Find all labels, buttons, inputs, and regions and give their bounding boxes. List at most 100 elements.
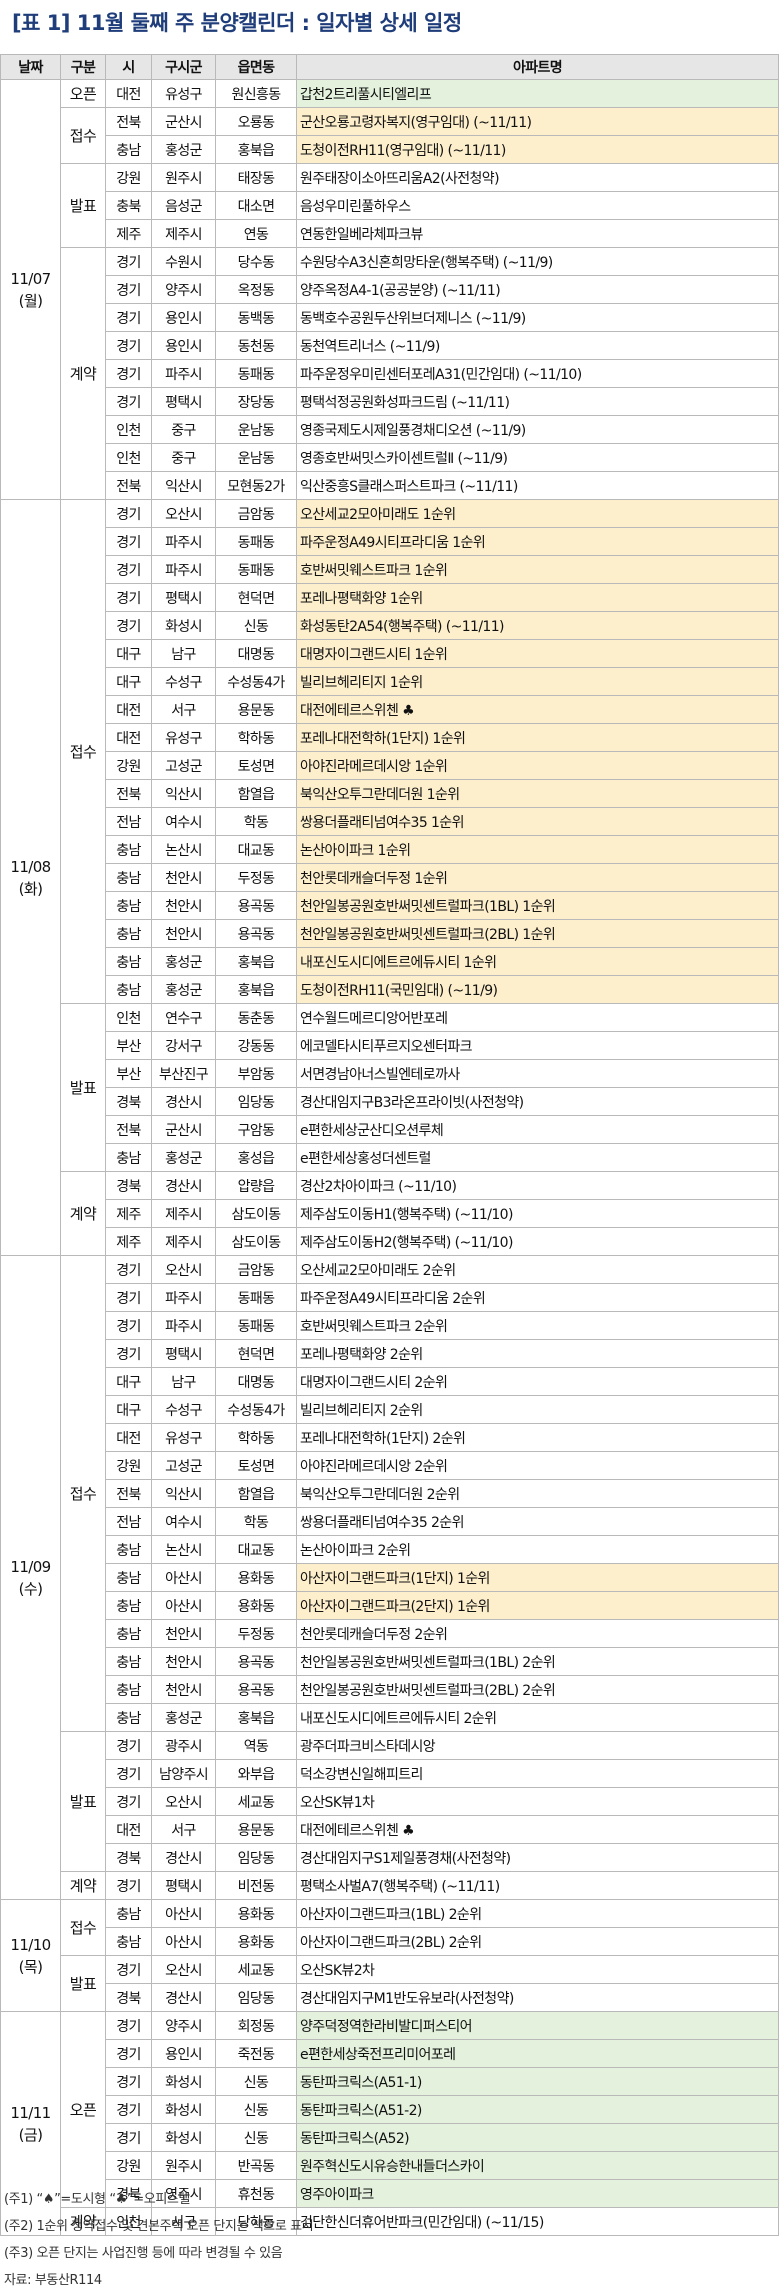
apartment-cell: 동천역트리너스 (~11/9) bbox=[296, 331, 779, 360]
dong-cell: 죽전동 bbox=[215, 2039, 297, 2068]
dong-cell: 홍북읍 bbox=[215, 1703, 297, 1732]
gu-cell: 고성군 bbox=[151, 751, 216, 780]
gu-cell: 파주시 bbox=[151, 527, 216, 556]
gu-cell: 남구 bbox=[151, 1367, 216, 1396]
si-cell: 충남 bbox=[105, 919, 152, 948]
gu-cell: 용인시 bbox=[151, 2039, 216, 2068]
table-row: 대구 수성구 수성동4가 빌리브헤리티지 2순위 bbox=[1, 1395, 779, 1424]
gu-cell: 파주시 bbox=[151, 359, 216, 388]
apartment-cell: 천안롯데캐슬더두정 1순위 bbox=[296, 863, 779, 892]
apartment-cell: 빌리브헤리티지 2순위 bbox=[296, 1395, 779, 1424]
si-cell: 경기 bbox=[105, 1759, 152, 1788]
table-row: 계약 경기 평택시 비전동 평택소사벌A7(행복주택) (~11/11) bbox=[1, 1871, 779, 1900]
table-row: 대전 유성구 학하동 포레나대전학하(1단지) 1순위 bbox=[1, 723, 779, 752]
si-cell: 충남 bbox=[105, 1899, 152, 1928]
si-cell: 경기 bbox=[105, 1871, 152, 1900]
dong-cell: 용곡동 bbox=[215, 891, 297, 920]
si-cell: 경기 bbox=[105, 1787, 152, 1816]
table-row: 충남 천안시 용곡동 천안일봉공원호반써밋센트럴파크(2BL) 1순위 bbox=[1, 919, 779, 948]
si-cell: 강원 bbox=[105, 1451, 152, 1480]
table-row: 인천 중구 운남동 영종호반써밋스카이센트럴Ⅱ (~11/9) bbox=[1, 443, 779, 472]
gu-cell: 홍성군 bbox=[151, 1703, 216, 1732]
dong-cell: 신동 bbox=[215, 2067, 297, 2096]
dong-cell: 두정동 bbox=[215, 863, 297, 892]
table-row: 충남 천안시 두정동 천안롯데캐슬더두정 1순위 bbox=[1, 863, 779, 892]
table-row: 접수 전북 군산시 오룡동 군산오룡고령자복지(영구임대) (~11/11) bbox=[1, 107, 779, 164]
si-cell: 경기 bbox=[105, 2039, 152, 2068]
si-cell: 충남 bbox=[105, 1535, 152, 1564]
category-cell: 계약 bbox=[60, 1171, 106, 1256]
table-row: 제주 제주시 연동 연동한일베라체파크뷰 bbox=[1, 219, 779, 248]
table-row: 충남 홍성군 홍북읍 내포신도시디에트르에듀시티 2순위 bbox=[1, 1703, 779, 1732]
gu-cell: 홍성군 bbox=[151, 1143, 216, 1172]
table-row: 발표 경기 오산시 세교동 오산SK뷰2차 bbox=[1, 1955, 779, 2012]
apartment-cell: 경산대임지구B3라온프라이빗(사전청약) bbox=[296, 1087, 779, 1116]
apartment-cell: 연수월드메르디앙어반포레 bbox=[296, 1003, 779, 1032]
apartment-cell: 호반써밋웨스트파크 2순위 bbox=[296, 1311, 779, 1340]
table-row: 충북 음성군 대소면 음성우미린풀하우스 bbox=[1, 191, 779, 220]
si-cell: 충남 bbox=[105, 1591, 152, 1620]
gu-cell: 천안시 bbox=[151, 891, 216, 920]
gu-cell: 용인시 bbox=[151, 331, 216, 360]
table-row: 11/11 (금) 오픈 경기 양주시 회정동 양주덕정역한라비발디퍼스티어 bbox=[0, 2011, 779, 2236]
gu-cell: 수원시 bbox=[151, 247, 216, 276]
apartment-cell: 포레나평택화양 1순위 bbox=[296, 583, 779, 612]
apartment-cell: 익산중흥S클래스퍼스트파크 (~11/11) bbox=[296, 471, 779, 500]
dong-cell: 대교동 bbox=[215, 835, 297, 864]
apartment-cell: 군산오룡고령자복지(영구임대) (~11/11) bbox=[296, 107, 779, 136]
si-cell: 대구 bbox=[105, 1367, 152, 1396]
gu-cell: 천안시 bbox=[151, 1675, 216, 1704]
dong-cell: 신동 bbox=[215, 611, 297, 640]
si-cell: 충남 bbox=[105, 947, 152, 976]
apartment-cell: 평택석정공원화성파크드림 (~11/11) bbox=[296, 387, 779, 416]
gu-cell: 경산시 bbox=[151, 1087, 216, 1116]
apartment-cell: 양주덕정역한라비발디퍼스티어 bbox=[296, 2011, 779, 2040]
date-cell: 11/09 (수) bbox=[0, 1255, 61, 1900]
gu-cell: 남구 bbox=[151, 639, 216, 668]
apartment-cell: 대명자이그랜드시티 1순위 bbox=[296, 639, 779, 668]
apartment-cell: 아야진라메르데시앙 2순위 bbox=[296, 1451, 779, 1480]
apartment-cell: 동탄파크릭스(A51-2) bbox=[296, 2095, 779, 2124]
apartment-cell: 대전에테르스위첸 ♣ bbox=[296, 1815, 779, 1844]
apartment-cell: 천안일봉공원호반써밋센트럴파크(2BL) 1순위 bbox=[296, 919, 779, 948]
category-cell: 발표 bbox=[60, 1731, 106, 1872]
category-cell: 접수 bbox=[60, 499, 106, 1004]
dong-cell: 용화동 bbox=[215, 1927, 297, 1956]
apartment-cell: 쌍용더플래티넘여수35 1순위 bbox=[296, 807, 779, 836]
table-row: 대구 수성구 수성동4가 빌리브헤리티지 1순위 bbox=[1, 667, 779, 696]
si-cell: 인천 bbox=[105, 443, 152, 472]
si-cell: 경기 bbox=[105, 2095, 152, 2124]
dong-cell: 홍북읍 bbox=[215, 947, 297, 976]
gu-cell: 화성시 bbox=[151, 2123, 216, 2152]
gu-cell: 광주시 bbox=[151, 1731, 216, 1760]
dong-cell: 연동 bbox=[215, 219, 297, 248]
gu-cell: 제주시 bbox=[151, 1199, 216, 1228]
apartment-cell: 대명자이그랜드시티 2순위 bbox=[296, 1367, 779, 1396]
gu-cell: 천안시 bbox=[151, 1619, 216, 1648]
si-cell: 대전 bbox=[105, 79, 152, 108]
date-label: 11/09 bbox=[10, 1557, 51, 1576]
apartment-cell: 파주운정A49시티프라디움 2순위 bbox=[296, 1283, 779, 1312]
apartment-cell: 영주아이파크 bbox=[296, 2179, 779, 2208]
table-row: 전북 군산시 구암동 e편한세상군산디오션루체 bbox=[1, 1115, 779, 1144]
dong-cell: 와부읍 bbox=[215, 1759, 297, 1788]
weekday-label: (수) bbox=[18, 1579, 43, 1598]
gu-cell: 논산시 bbox=[151, 835, 216, 864]
table-row: 부산 강서구 강동동 에코델타시티푸르지오센터파크 bbox=[1, 1031, 779, 1060]
dong-cell: 강동동 bbox=[215, 1031, 297, 1060]
dong-cell: 옥정동 bbox=[215, 275, 297, 304]
table-row: 충남 아산시 용화동 아산자이그랜드파크(2단지) 1순위 bbox=[1, 1591, 779, 1620]
dong-cell: 구암동 bbox=[215, 1115, 297, 1144]
dong-cell: 신동 bbox=[215, 2095, 297, 2124]
si-cell: 충남 bbox=[105, 835, 152, 864]
apartment-cell: 수원당수A3신혼희망타운(행복주택) (~11/9) bbox=[296, 247, 779, 276]
table-row: 인천 중구 운남동 영종국제도시제일풍경채디오션 (~11/9) bbox=[1, 415, 779, 444]
gu-cell: 용인시 bbox=[151, 303, 216, 332]
gu-cell: 아산시 bbox=[151, 1563, 216, 1592]
si-cell: 대전 bbox=[105, 1815, 152, 1844]
si-cell: 경기 bbox=[105, 1283, 152, 1312]
dong-cell: 용문동 bbox=[215, 695, 297, 724]
dong-cell: 대명동 bbox=[215, 1367, 297, 1396]
table-row: 계약 경기 수원시 당수동 수원당수A3신혼희망타운(행복주택) (~11/9) bbox=[1, 247, 779, 500]
category-cell: 오픈 bbox=[60, 2011, 106, 2208]
